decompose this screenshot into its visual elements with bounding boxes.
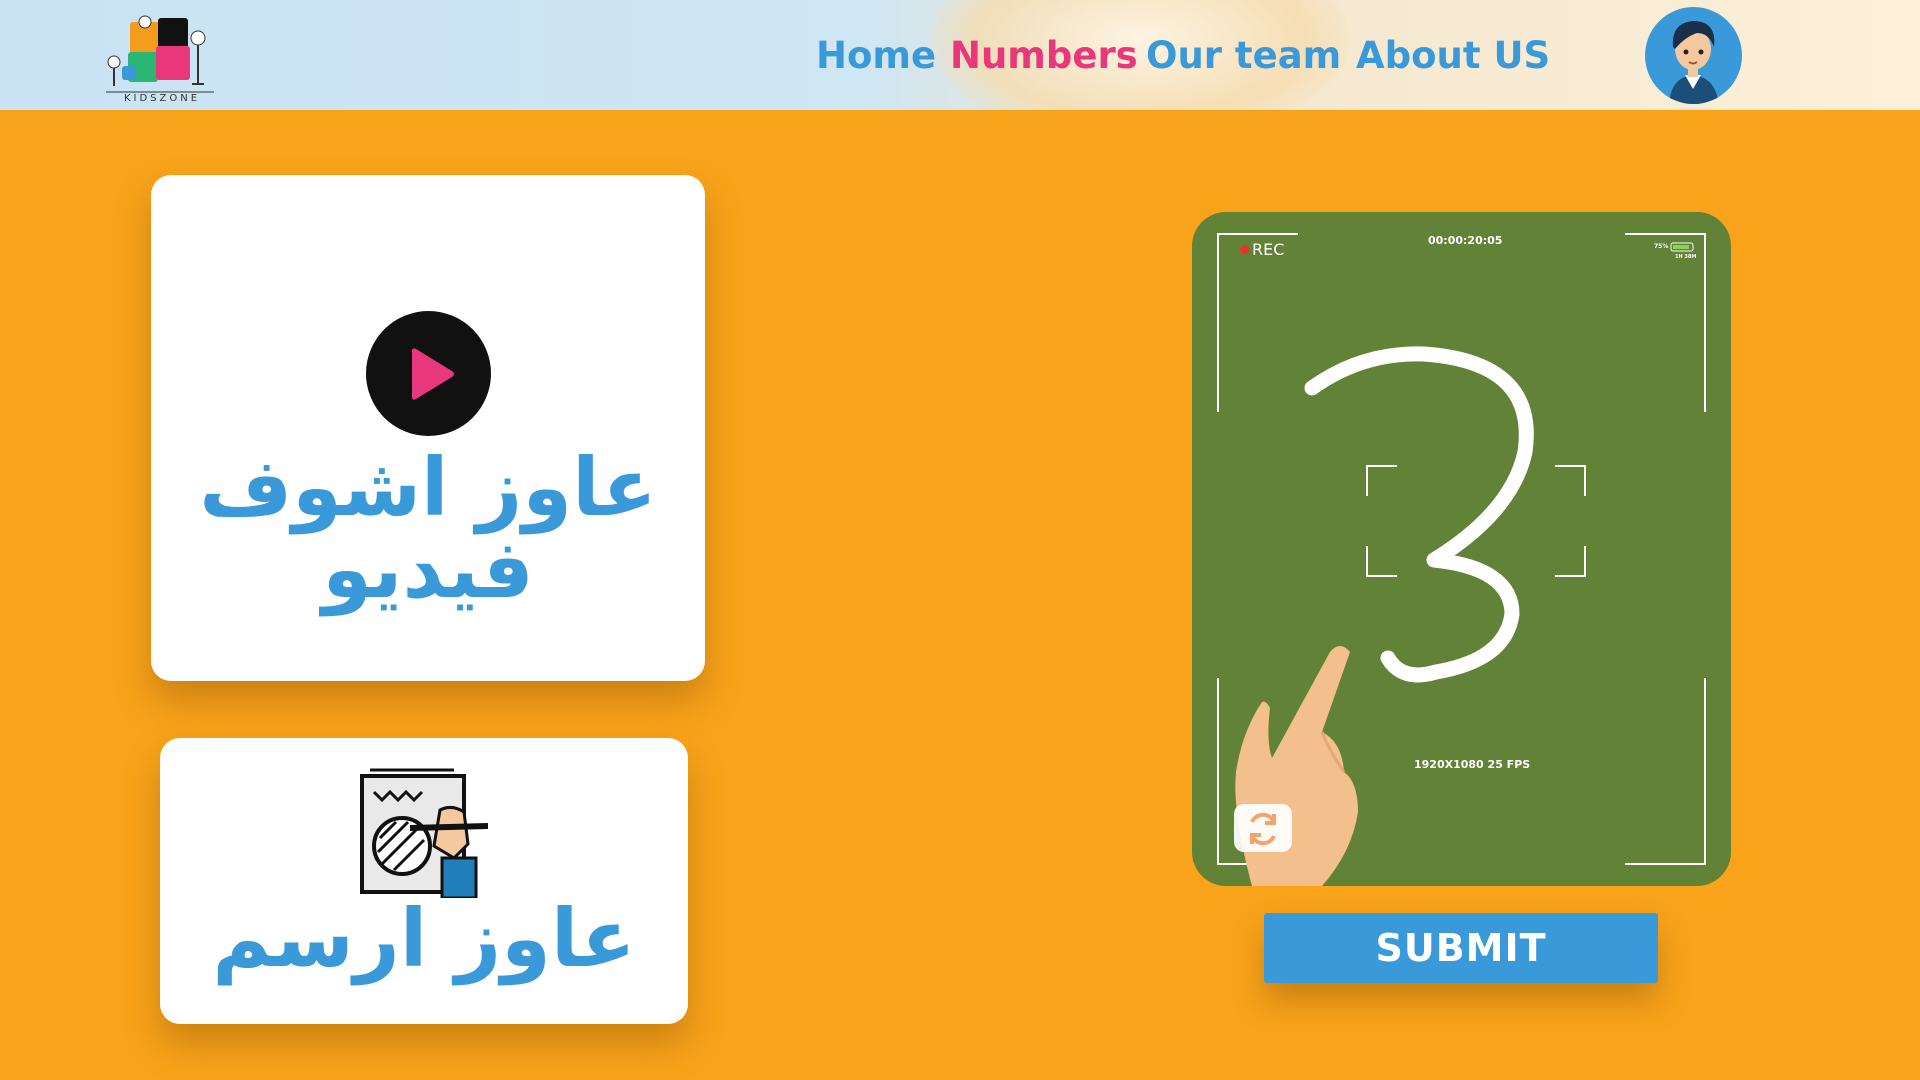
user-avatar[interactable] [1645, 7, 1742, 104]
resolution-info: 1920X1080 25 FPS [1414, 758, 1531, 771]
switch-camera-button[interactable] [1234, 804, 1292, 852]
camera-overlay [1217, 233, 1706, 886]
kidszone-logo[interactable] [100, 8, 220, 106]
avatar-boy-icon [1669, 21, 1719, 104]
nav-numbers[interactable]: Numbers [950, 34, 1138, 77]
drawing-icon [360, 768, 489, 898]
draw-card[interactable]: عاوز ارسم [160, 738, 688, 1024]
timecode: 00:00:20:05 [1428, 234, 1503, 247]
rec-dot [1240, 245, 1249, 254]
play-icon [412, 348, 454, 400]
submit-button[interactable]: SUBMIT [1264, 913, 1658, 983]
nav-about-us[interactable]: About US [1356, 34, 1550, 77]
header-bar: KIDSZONE Home Numbers Our team About US [0, 0, 1920, 110]
nav-our-team[interactable]: Our team [1146, 34, 1341, 77]
camera-drawing-panel[interactable]: REC 00:00:20:05 75% 1H 38M 1920X1080 25 … [1192, 212, 1731, 886]
switch-camera-icon [1250, 812, 1276, 846]
watch-video-label: عاوز اشوف فيديو [151, 447, 705, 610]
battery-percent: 75% [1654, 243, 1669, 250]
drawn-digit-path [1304, 346, 1534, 683]
draw-label: عاوز ارسم [212, 892, 636, 985]
rec-indicator: REC [1240, 240, 1284, 259]
watch-video-label-line2: فيديو [322, 522, 534, 616]
nav-home[interactable]: Home [816, 34, 936, 77]
watch-video-label-line1: عاوز اشوف [199, 441, 657, 534]
rec-label: REC [1252, 240, 1285, 259]
watch-video-card[interactable]: عاوز اشوف فيديو [151, 175, 705, 681]
logo-text: KIDSZONE [123, 93, 201, 104]
battery-time: 1H 38M [1675, 254, 1697, 260]
play-button[interactable] [366, 311, 491, 436]
